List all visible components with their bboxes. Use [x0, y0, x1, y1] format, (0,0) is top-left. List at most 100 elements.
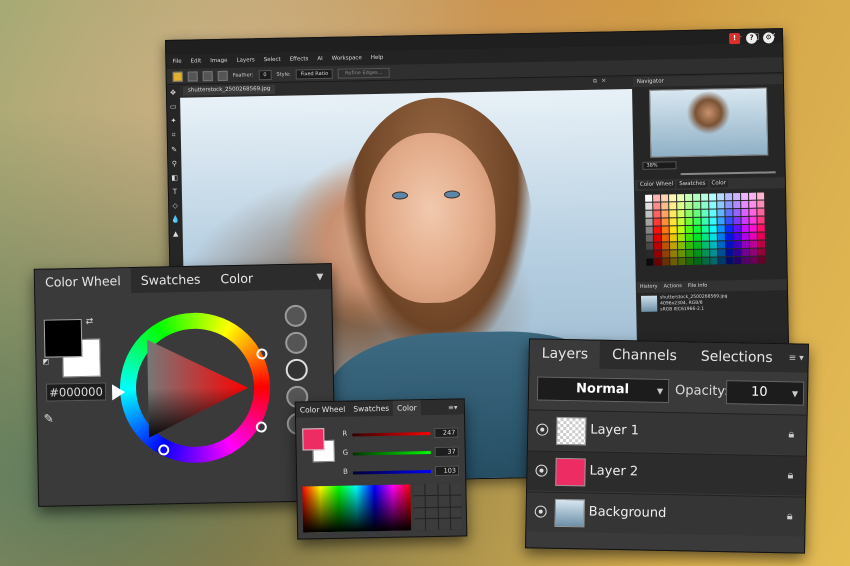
menu-select[interactable]: Select — [264, 57, 281, 63]
swatch-cell[interactable] — [645, 242, 654, 250]
swatch-cell[interactable] — [709, 201, 717, 209]
tab-history[interactable]: History — [640, 284, 658, 291]
swatch-cell[interactable] — [734, 256, 742, 265]
swatch-cell[interactable] — [725, 241, 734, 249]
swatch-cell[interactable] — [757, 224, 765, 232]
swatch-cell[interactable] — [693, 201, 701, 209]
recent-colors-grid[interactable] — [413, 483, 463, 531]
swatch-cell[interactable] — [710, 257, 718, 265]
swatch-cell[interactable] — [733, 208, 741, 217]
tab-layers[interactable]: Layers — [529, 339, 601, 369]
saturation-triangle[interactable] — [135, 328, 255, 448]
tab-channels[interactable]: Channels — [600, 341, 689, 371]
swatch-cell[interactable] — [694, 257, 702, 265]
zoom-slider[interactable] — [680, 171, 776, 176]
swatch-cell[interactable] — [726, 257, 734, 265]
swatch-cell[interactable] — [718, 249, 726, 257]
swatch-cell[interactable] — [693, 217, 701, 225]
swatch-cell[interactable] — [653, 226, 661, 234]
tab-swatches-small[interactable]: Swatches — [677, 180, 708, 189]
swatch-cell[interactable] — [742, 256, 750, 264]
brush-tool-icon[interactable]: ✎ — [171, 146, 177, 154]
restore-icon[interactable]: ⧉ — [593, 78, 597, 86]
swatch-cell[interactable] — [701, 233, 709, 241]
navigator-thumbnail[interactable] — [649, 87, 769, 158]
subtract-selection-mode-button[interactable] — [202, 70, 213, 81]
swatch-cell[interactable] — [670, 258, 678, 266]
foreground-color-swatch[interactable] — [43, 318, 83, 358]
swatch-cell[interactable] — [701, 225, 709, 233]
lock-icon[interactable]: 🔒︎ — [787, 509, 793, 523]
tab-color[interactable]: Color — [210, 265, 263, 291]
swatch-cell[interactable] — [701, 193, 709, 201]
swatch-cell[interactable] — [733, 200, 741, 209]
swatch-cell[interactable] — [693, 241, 702, 249]
swatch-cell[interactable] — [653, 202, 661, 210]
harmony-dial-2[interactable] — [285, 331, 308, 355]
swatch-cell[interactable] — [741, 208, 749, 216]
menu-file[interactable]: File — [172, 59, 181, 65]
swatch-cell[interactable] — [685, 209, 693, 218]
swatch-cell[interactable] — [717, 225, 725, 233]
swatch-cell[interactable] — [749, 240, 758, 248]
magic-wand-icon[interactable]: ✦ — [171, 117, 177, 125]
swatch-cell[interactable] — [677, 218, 685, 226]
swatch-cell[interactable] — [685, 225, 693, 234]
swatch-cell[interactable] — [669, 210, 677, 218]
swatch-cell[interactable] — [725, 201, 733, 209]
swatch-cell[interactable] — [701, 217, 709, 225]
swatch-cell[interactable] — [757, 208, 765, 216]
swatch-cell[interactable] — [733, 232, 741, 241]
swatch-cell[interactable] — [677, 242, 686, 250]
menu-image[interactable]: Image — [210, 58, 227, 64]
swatch-cell[interactable] — [645, 234, 653, 242]
tab-color-small[interactable]: Color — [709, 180, 728, 188]
clone-stamp-icon[interactable]: ⚲ — [172, 160, 177, 168]
swatch-cell[interactable] — [669, 218, 677, 226]
swatch-cell[interactable] — [757, 216, 765, 224]
hue-pointer-icon[interactable] — [111, 384, 126, 401]
menu-layers[interactable]: Layers — [236, 57, 254, 63]
opacity-field[interactable]: 10 ▼ — [725, 380, 805, 406]
swatch-cell[interactable] — [709, 193, 717, 201]
blend-mode-select[interactable]: Normal ▼ — [536, 376, 670, 404]
swatch-cell[interactable] — [693, 193, 701, 201]
swatch-cell[interactable] — [646, 258, 654, 266]
swatch-cell[interactable] — [661, 210, 669, 218]
swatch-cell[interactable] — [662, 258, 670, 266]
swatch-cell[interactable] — [750, 248, 758, 256]
swatch-cell[interactable] — [653, 234, 661, 242]
swatch-cell[interactable] — [653, 194, 661, 202]
harmony-dial-3[interactable] — [285, 358, 308, 382]
swatch-cell[interactable] — [653, 218, 661, 226]
visibility-eye-icon[interactable] — [535, 506, 546, 517]
swatch-cell[interactable] — [645, 194, 653, 202]
history-entry[interactable]: shutterstock_2500268569.jpg 4096x2304, R… — [637, 290, 787, 317]
tab-file-info[interactable]: File Info — [688, 283, 708, 290]
tab-color-2[interactable]: Color — [392, 400, 421, 416]
default-colors-icon[interactable]: ◩ — [42, 358, 49, 366]
swatch-cell[interactable] — [733, 216, 741, 225]
shape-tool-icon[interactable]: ◇ — [172, 202, 178, 210]
blue-value[interactable]: 103 — [434, 465, 460, 476]
hue-wheel[interactable] — [111, 311, 272, 465]
settings-gear-icon[interactable]: ⚙ — [762, 32, 775, 44]
swatch-cell[interactable] — [758, 248, 766, 256]
swatch-cell[interactable] — [749, 216, 757, 224]
hue-knob-3[interactable] — [158, 444, 170, 456]
swatch-cell[interactable] — [645, 202, 653, 210]
eyedropper-icon[interactable]: ✎ — [43, 411, 60, 428]
swatch-cell[interactable] — [670, 250, 678, 258]
add-selection-mode-button[interactable] — [187, 70, 198, 82]
document-tab[interactable]: shutterstock_2500268569.jpg — [182, 84, 276, 96]
swatch-cell[interactable] — [725, 193, 733, 201]
swatch-cell[interactable] — [725, 233, 733, 241]
zoom-field[interactable]: 38% — [642, 161, 677, 170]
harmony-dial-1[interactable] — [284, 304, 307, 328]
eraser-tool-icon[interactable]: ◧ — [171, 174, 178, 182]
color-spectrum[interactable] — [302, 484, 412, 533]
swatch-cell[interactable] — [749, 224, 757, 232]
tab-color-wheel[interactable]: Color Wheel — [34, 268, 131, 295]
hex-color-input[interactable]: #000000 — [45, 382, 107, 402]
swatch-cell[interactable] — [653, 210, 661, 218]
